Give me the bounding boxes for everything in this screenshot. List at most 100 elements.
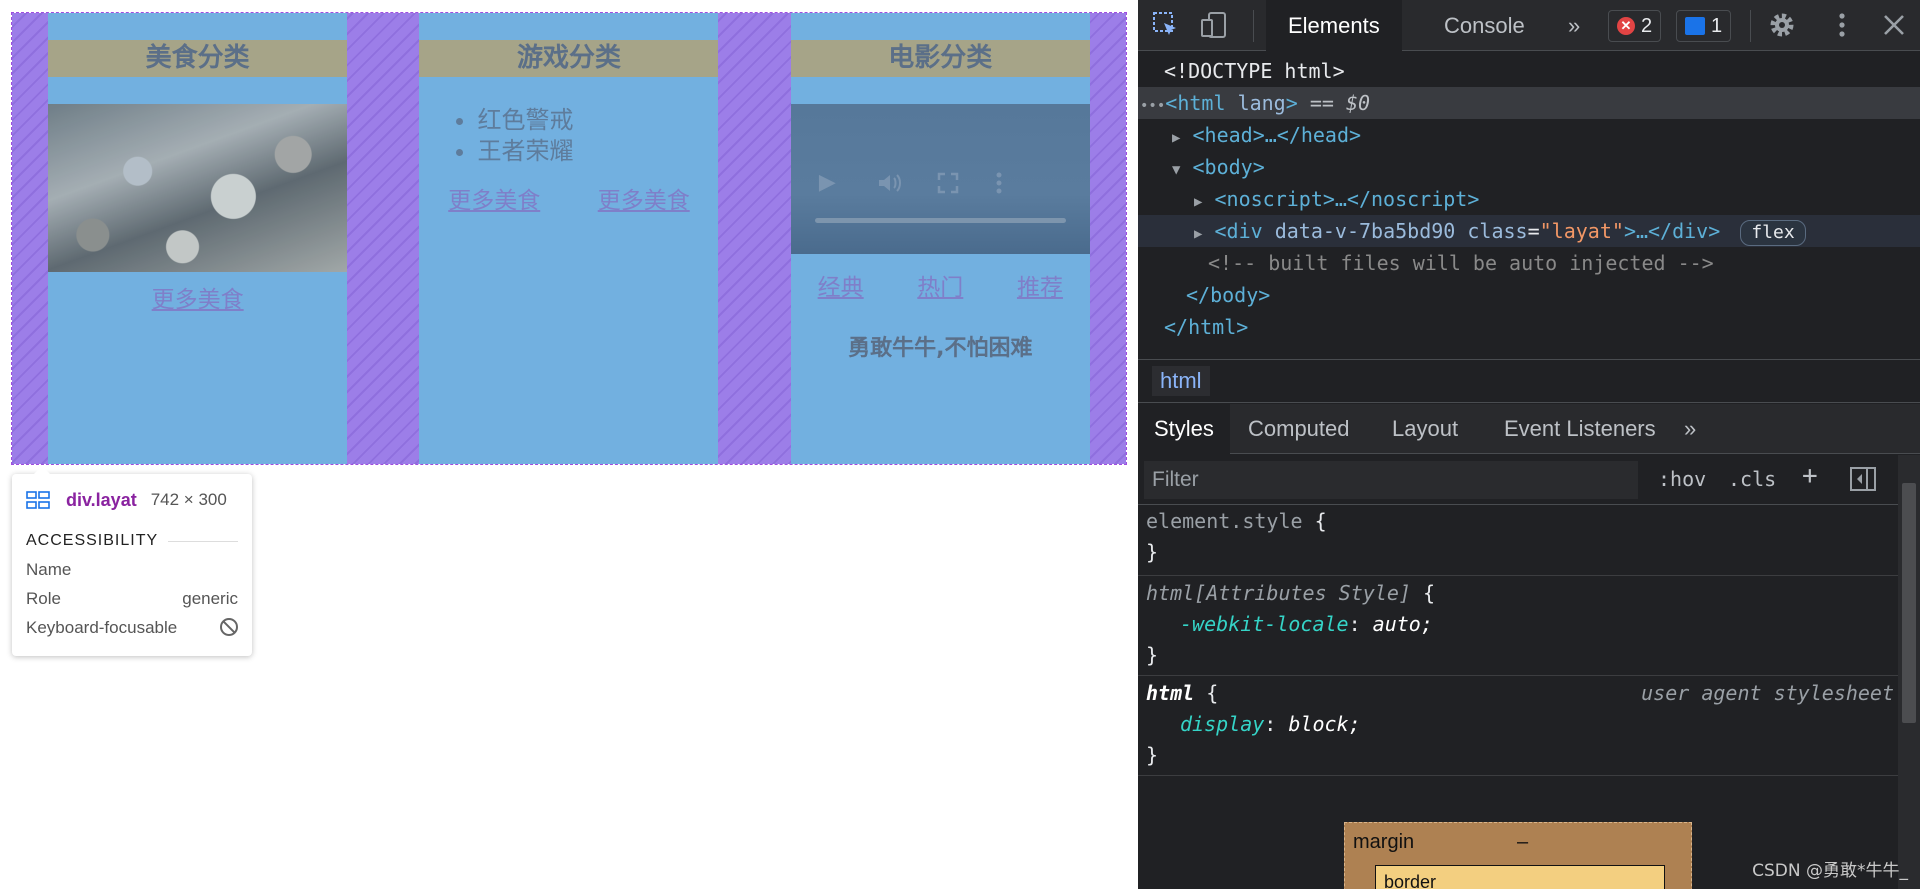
close-icon[interactable] bbox=[1880, 11, 1908, 39]
div-class-value: "layat" bbox=[1539, 219, 1624, 243]
tooltip-label: Keyboard-focusable bbox=[26, 618, 178, 637]
rule-selector: html[Attributes Style] bbox=[1146, 581, 1411, 605]
rule-brace: } bbox=[1146, 643, 1159, 667]
dom-doctype[interactable]: <!DOCTYPE html> bbox=[1138, 55, 1920, 87]
cls-toggle[interactable]: .cls bbox=[1728, 467, 1776, 491]
html-tag: <html bbox=[1165, 91, 1226, 115]
device-toolbar-icon[interactable] bbox=[1200, 11, 1228, 39]
margin-value[interactable]: – bbox=[1517, 831, 1528, 854]
game-more-link-1[interactable]: 更多美食 bbox=[448, 181, 540, 215]
css-value[interactable]: auto; bbox=[1373, 612, 1433, 636]
rule-brace: { bbox=[1422, 581, 1435, 605]
expand-triangle-icon[interactable]: ▶ bbox=[1194, 194, 1202, 210]
movie-link-recommend[interactable]: 推荐 bbox=[1017, 268, 1063, 302]
new-style-rule-button[interactable]: + bbox=[1802, 461, 1818, 491]
errors-count: 2 bbox=[1641, 14, 1653, 37]
game-list: 红色警戒 王者荣耀 bbox=[419, 105, 718, 167]
margin-label: margin bbox=[1353, 831, 1415, 853]
errors-badge[interactable]: ✕ 2 bbox=[1608, 10, 1662, 42]
game-more-link-2[interactable]: 更多美食 bbox=[598, 181, 690, 215]
tooltip-value: generic bbox=[182, 589, 238, 608]
food-more-link[interactable]: 更多美食 bbox=[48, 280, 347, 314]
css-value[interactable]: block; bbox=[1288, 712, 1360, 736]
gear-icon[interactable] bbox=[1768, 11, 1796, 39]
game-card-title: 游戏分类 bbox=[419, 40, 719, 77]
tooltip-element-size: 742 × 300 bbox=[150, 490, 227, 509]
expand-triangle-icon[interactable]: ▶ bbox=[1172, 130, 1180, 146]
dom-body-close[interactable]: </body> bbox=[1138, 279, 1920, 311]
styles-scrollbar[interactable] bbox=[1898, 455, 1920, 889]
css-property[interactable]: display bbox=[1180, 712, 1264, 736]
css-property[interactable]: -webkit-locale bbox=[1180, 612, 1349, 636]
accessibility-heading: ACCESSIBILITY bbox=[26, 532, 159, 549]
game-links: 更多美食 更多美食 bbox=[419, 181, 718, 215]
breadcrumb-html[interactable]: html bbox=[1152, 366, 1210, 396]
messages-count: 1 bbox=[1711, 14, 1723, 37]
tooltip-element-name: div.layat bbox=[66, 489, 137, 510]
more-tabs-button[interactable]: » bbox=[1546, 0, 1602, 51]
tooltip-row-name: Name bbox=[26, 560, 238, 580]
more-styles-tabs-button[interactable]: » bbox=[1668, 404, 1712, 454]
rule-selector: element.style bbox=[1146, 509, 1303, 533]
rule-attributes-style[interactable]: html[Attributes Style] { -webkit-locale:… bbox=[1138, 578, 1898, 676]
movie-link-hot[interactable]: 热门 bbox=[917, 268, 963, 302]
dom-noscript[interactable]: ▶ <noscript>…</noscript> bbox=[1138, 183, 1920, 215]
dom-div-layat[interactable]: ▶ <div data-v-7ba5bd90 class="layat">…</… bbox=[1138, 215, 1920, 247]
div-class-attr: class bbox=[1467, 219, 1528, 243]
messages-badge[interactable]: 1 bbox=[1676, 10, 1732, 42]
video-progress-bar[interactable] bbox=[814, 218, 1066, 223]
breadcrumb: html bbox=[1138, 359, 1920, 403]
tab-event-listeners[interactable]: Event Listeners bbox=[1488, 404, 1672, 454]
volume-icon[interactable] bbox=[877, 172, 903, 199]
collapse-triangle-icon[interactable]: ▼ bbox=[1172, 162, 1180, 178]
selected-marker: == $0 bbox=[1297, 91, 1371, 115]
dom-html-close[interactable]: </html> bbox=[1138, 311, 1920, 343]
movie-card: 电影分类 ▶ 经典 热门 推荐 勇敢牛牛,不怕困难 bbox=[790, 13, 1090, 464]
kebab-menu-icon[interactable] bbox=[1828, 11, 1856, 39]
body-tag: <body> bbox=[1192, 155, 1265, 179]
expand-triangle-icon[interactable]: ▶ bbox=[1194, 226, 1202, 242]
fullscreen-icon[interactable] bbox=[937, 172, 959, 199]
tooltip-label: Name bbox=[26, 560, 72, 579]
inspect-element-icon[interactable] bbox=[1152, 11, 1180, 39]
hov-toggle[interactable]: :hov bbox=[1658, 467, 1706, 491]
rule-html-ua[interactable]: html { user agent stylesheet display: bl… bbox=[1138, 678, 1898, 776]
tab-styles[interactable]: Styles bbox=[1138, 404, 1230, 454]
tab-elements[interactable]: Elements bbox=[1266, 0, 1402, 51]
noscript-tag: <noscript>…</noscript> bbox=[1214, 187, 1480, 211]
movie-link-classic[interactable]: 经典 bbox=[818, 268, 864, 302]
list-item: 红色警戒 bbox=[477, 105, 718, 136]
watermark: CSDN @勇敢*牛牛_ bbox=[1752, 861, 1908, 881]
html-lang-attr: lang bbox=[1237, 91, 1286, 115]
tag-end: > bbox=[1285, 91, 1298, 115]
rule-element-style[interactable]: element.style { } bbox=[1138, 506, 1898, 576]
video-player[interactable]: ▶ bbox=[790, 104, 1090, 254]
dom-comment[interactable]: <!-- built files will be auto injected -… bbox=[1138, 247, 1920, 279]
toggle-sidebar-icon[interactable] bbox=[1850, 467, 1876, 496]
tab-layout[interactable]: Layout bbox=[1376, 404, 1474, 454]
food-card-title: 美食分类 bbox=[48, 40, 348, 77]
tab-computed[interactable]: Computed bbox=[1232, 404, 1366, 454]
dom-head[interactable]: ▶ <head>…</head> bbox=[1138, 119, 1920, 151]
more-options-icon[interactable] bbox=[995, 172, 1003, 199]
rule-brace: { bbox=[1206, 681, 1219, 705]
dom-html-selected[interactable]: •••<html lang> == $0 bbox=[1138, 87, 1920, 119]
scrollbar-thumb[interactable] bbox=[1902, 483, 1916, 723]
error-icon: ✕ bbox=[1617, 17, 1635, 35]
food-image bbox=[48, 104, 348, 272]
devtools-toolbar: Elements Console » ✕ 2 1 bbox=[1138, 0, 1920, 51]
dom-body[interactable]: ▼ <body> bbox=[1138, 151, 1920, 183]
tooltip-label: Role bbox=[26, 589, 61, 608]
inspect-tooltip: div.layat 742 × 300 ACCESSIBILITY Name R… bbox=[12, 466, 252, 656]
not-allowed-icon bbox=[220, 618, 238, 636]
box-model-diagram: margin – border bbox=[1344, 822, 1692, 889]
flex-badge[interactable]: flex bbox=[1740, 220, 1806, 246]
food-card: 美食分类 更多美食 bbox=[48, 13, 348, 464]
styles-filter-input[interactable] bbox=[1144, 461, 1638, 499]
ua-stylesheet-label: user agent stylesheet bbox=[1641, 681, 1894, 705]
tab-console[interactable]: Console bbox=[1422, 0, 1547, 51]
styles-filter-bar: :hov .cls + bbox=[1138, 455, 1898, 505]
list-item: 王者荣耀 bbox=[477, 136, 718, 167]
layat-container: 美食分类 更多美食 游戏分类 红色警戒 王者荣耀 更多美食 更多美食 电影分类 … bbox=[11, 12, 1127, 465]
play-icon[interactable]: ▶ bbox=[819, 172, 836, 194]
